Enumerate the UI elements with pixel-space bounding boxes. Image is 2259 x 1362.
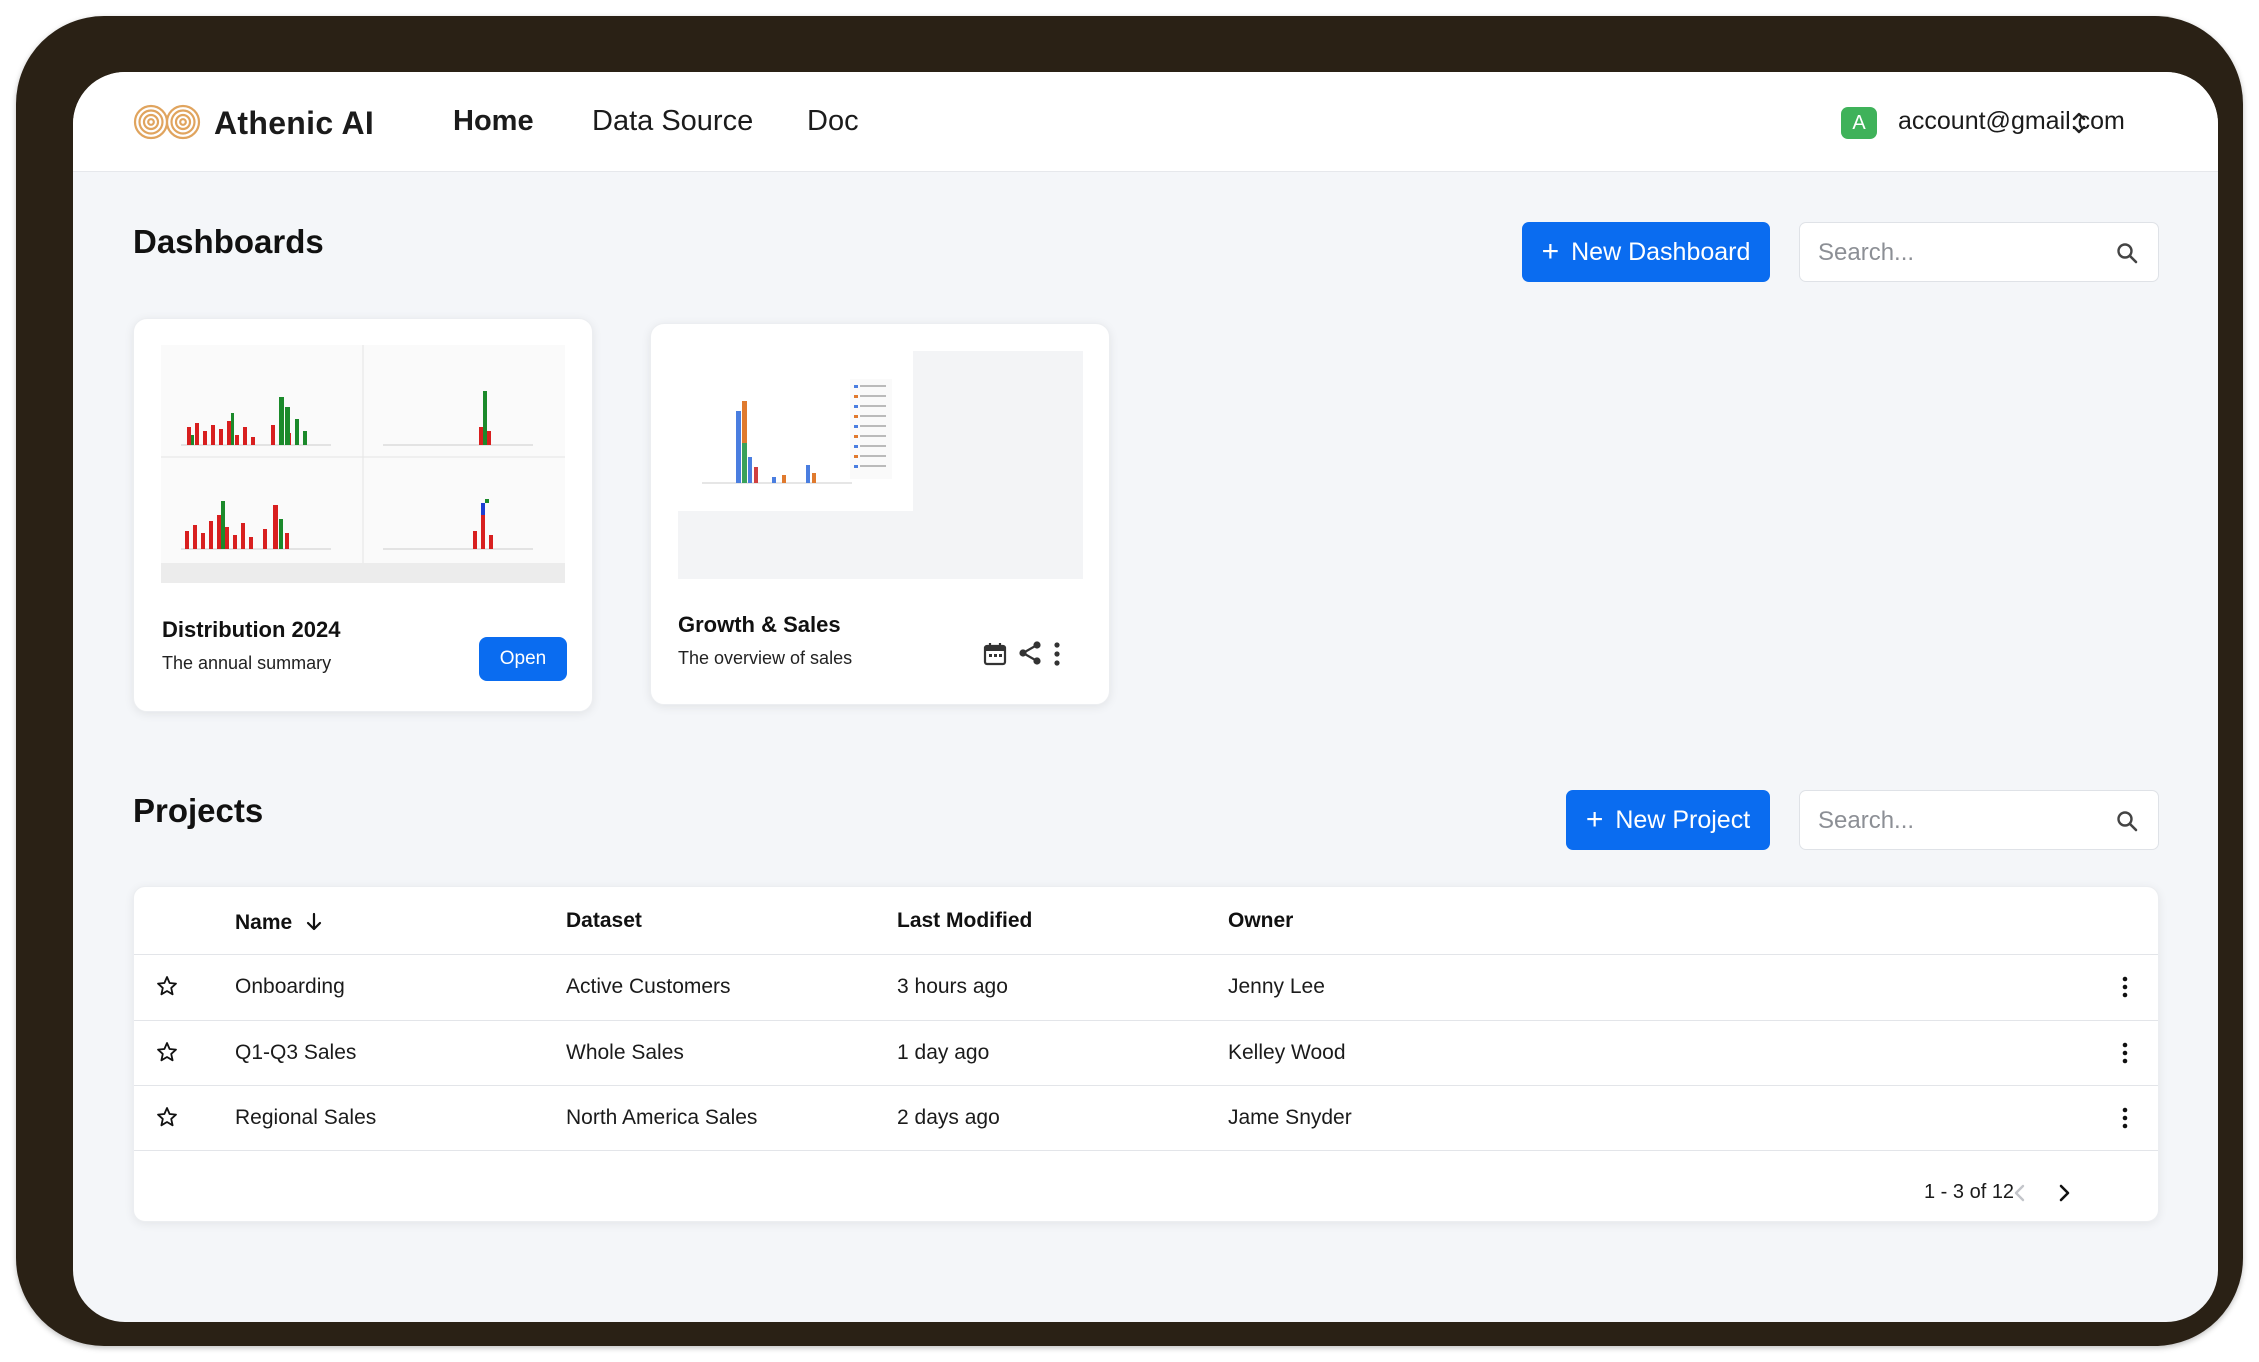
project-dataset: Active Customers — [566, 975, 731, 998]
plus-icon: + — [1585, 803, 1604, 836]
more-vert-icon[interactable] — [2120, 975, 2130, 999]
star-icon[interactable] — [156, 1041, 178, 1063]
project-modified: 1 day ago — [897, 1041, 990, 1064]
column-header-owner[interactable]: Owner — [1228, 909, 1293, 933]
account-avatar[interactable]: A — [1841, 107, 1877, 139]
table-divider — [134, 1150, 2158, 1151]
nav-home[interactable]: Home — [453, 105, 534, 138]
column-header-name-label: Name — [235, 911, 293, 934]
star-icon[interactable] — [156, 975, 178, 997]
athenic-logo-icon — [133, 104, 201, 140]
project-modified: 3 hours ago — [897, 975, 1008, 998]
dashboard-thumbnail-image — [678, 351, 913, 511]
star-icon[interactable] — [156, 1106, 178, 1128]
device-frame: Athenic AI Home Data Source Doc A accoun… — [16, 16, 2243, 1346]
project-dataset: North America Sales — [566, 1106, 758, 1129]
dashboard-search — [1799, 222, 2159, 282]
chevron-right-icon[interactable] — [2054, 1181, 2074, 1205]
share-icon[interactable] — [1017, 640, 1043, 666]
dashboard-card-subtitle: The annual summary — [162, 653, 332, 673]
account-menu-chevron-icon[interactable] — [2069, 108, 2089, 138]
account-email[interactable]: account@gmail.com — [1898, 107, 2125, 136]
calendar-icon[interactable] — [982, 641, 1008, 667]
dashboards-title: Dashboards — [133, 223, 324, 260]
column-header-last-modified[interactable]: Last Modified — [897, 909, 1032, 933]
table-row[interactable]: Q1-Q3 Sales Whole Sales 1 day ago Kelley… — [134, 1020, 2158, 1085]
more-vert-icon[interactable] — [2120, 1041, 2130, 1065]
chevron-left-icon[interactable] — [2010, 1181, 2030, 1205]
column-header-dataset[interactable]: Dataset — [566, 909, 642, 933]
new-project-label: New Project — [1615, 805, 1751, 834]
project-name[interactable]: Onboarding — [235, 975, 345, 999]
new-dashboard-button[interactable]: + New Dashboard — [1522, 222, 1770, 282]
project-search — [1799, 790, 2159, 850]
projects-title: Projects — [133, 792, 264, 829]
new-dashboard-label: New Dashboard — [1571, 237, 1751, 266]
nav-data-source[interactable]: Data Source — [592, 105, 753, 138]
dashboard-card-distribution[interactable]: Distribution 2024 The annual summary Ope… — [133, 318, 593, 712]
project-search-input[interactable] — [1818, 805, 2108, 837]
brand-name: Athenic AI — [214, 105, 375, 141]
top-navigation-bar: Athenic AI Home Data Source Doc A accoun… — [73, 72, 2218, 172]
project-owner: Jame Snyder — [1228, 1106, 1352, 1129]
app-screen: Athenic AI Home Data Source Doc A accoun… — [73, 72, 2218, 1322]
project-dataset: Whole Sales — [566, 1041, 684, 1064]
sort-descending-icon[interactable] — [306, 912, 322, 932]
projects-table: Name Dataset Last Modified Owner Onboard… — [133, 886, 2159, 1222]
pagination-status: 1 - 3 of 12 — [1924, 1181, 2015, 1203]
project-owner: Jenny Lee — [1228, 975, 1325, 998]
dashboard-card-growth-sales[interactable]: Growth & Sales The overview of sales — [650, 323, 1110, 705]
search-icon[interactable] — [2116, 810, 2138, 832]
project-modified: 2 days ago — [897, 1106, 1000, 1129]
table-row[interactable]: Regional Sales North America Sales 2 day… — [134, 1085, 2158, 1150]
project-name[interactable]: Regional Sales — [235, 1106, 376, 1130]
dashboard-thumbnail — [161, 345, 565, 583]
search-icon[interactable] — [2116, 242, 2138, 264]
dashboard-thumbnail-image — [161, 345, 565, 583]
project-owner: Kelley Wood — [1228, 1041, 1346, 1064]
dashboard-card-title: Distribution 2024 — [162, 617, 341, 642]
column-header-name[interactable]: Name — [235, 909, 322, 935]
table-row[interactable]: Onboarding Active Customers 3 hours ago … — [134, 954, 2158, 1019]
nav-doc[interactable]: Doc — [807, 105, 859, 138]
plus-icon: + — [1541, 235, 1560, 268]
new-project-button[interactable]: + New Project — [1566, 790, 1770, 850]
more-vert-icon[interactable] — [1051, 641, 1063, 667]
dashboard-card-subtitle: The overview of sales — [678, 648, 853, 668]
project-name[interactable]: Q1-Q3 Sales — [235, 1041, 356, 1065]
more-vert-icon[interactable] — [2120, 1106, 2130, 1130]
dashboard-thumbnail — [678, 351, 1083, 579]
dashboard-card-title: Growth & Sales — [678, 612, 841, 637]
open-dashboard-button[interactable]: Open — [479, 637, 567, 681]
dashboard-search-input[interactable] — [1818, 237, 2108, 269]
